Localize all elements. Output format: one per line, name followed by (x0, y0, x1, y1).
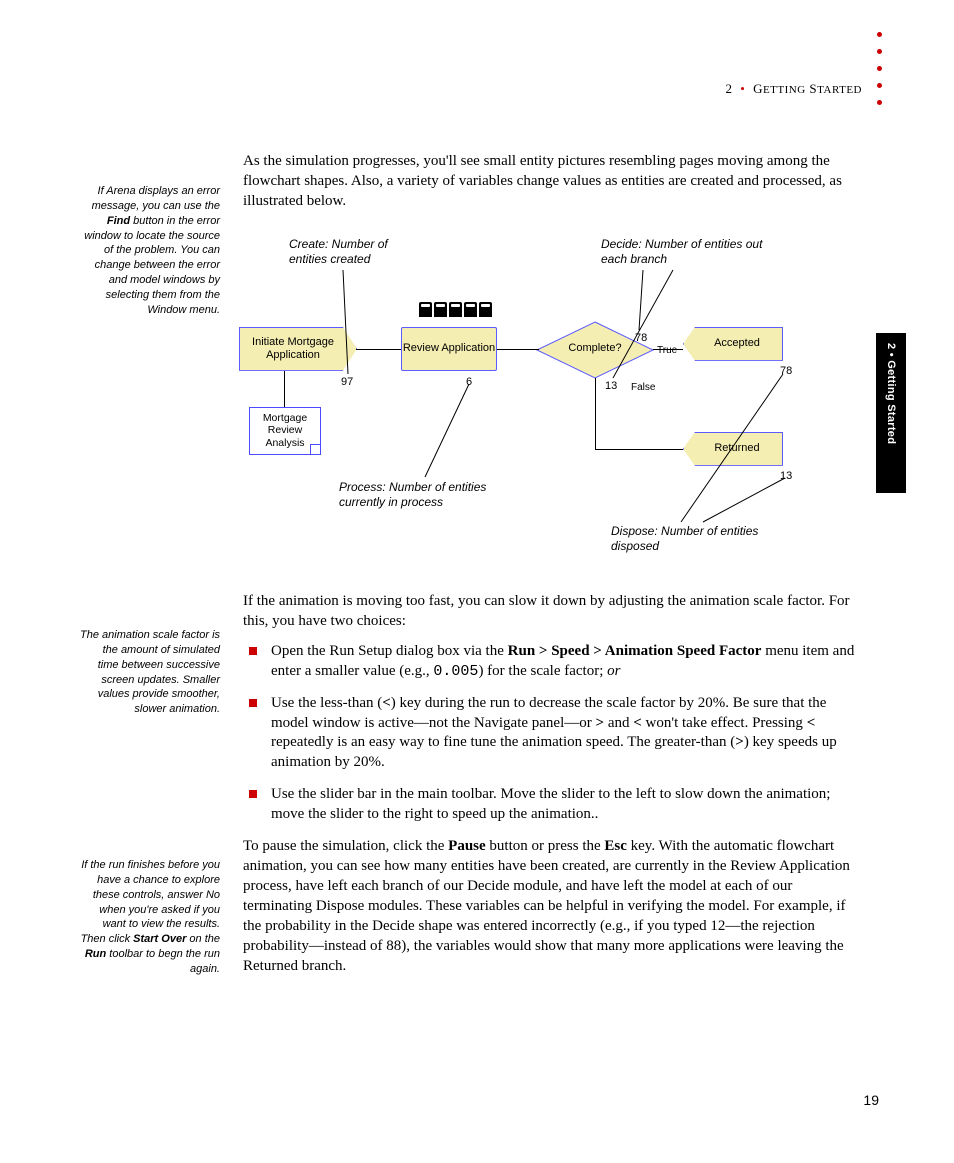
paragraph-pause: To pause the simulation, click the Pause… (243, 837, 863, 977)
entity-icons (419, 302, 492, 317)
callout-process: Process: Number of entities currently in… (339, 480, 529, 510)
list-item: Open the Run Setup dialog box via the Ru… (243, 642, 863, 682)
num-accepted: 78 (780, 365, 792, 377)
label-false: False (631, 382, 655, 393)
chapter-number: 2 (726, 81, 733, 96)
num-create: 97 (341, 376, 353, 388)
shape-accepted: Accepted (683, 327, 783, 361)
callout-dispose: Dispose: Number of entities disposed (611, 524, 771, 554)
shape-complete: Complete? (535, 320, 655, 380)
margin-note-1: If Arena displays an error message, you … (80, 184, 220, 318)
note-mortgage: Mortgage Review Analysis (249, 407, 321, 455)
num-true: 78 (635, 332, 647, 344)
page-number: 19 (863, 1092, 879, 1108)
running-header: 2 • GETTING STARTED (726, 81, 863, 97)
main-content: As the simulation progresses, you'll see… (243, 152, 863, 983)
callout-decide: Decide: Number of entities out each bran… (601, 237, 771, 267)
paragraph-scale: If the animation is moving too fast, you… (243, 592, 863, 632)
shape-review: Review Application (401, 327, 497, 371)
margin-note-3: If the run finishes before you have a ch… (80, 858, 220, 977)
shape-returned: Returned (683, 432, 783, 466)
num-process: 6 (466, 376, 472, 388)
callout-create: Create: Number of entities created (289, 237, 419, 267)
bullet-icon: • (740, 81, 745, 96)
num-false: 13 (605, 380, 617, 392)
callout-lines (243, 232, 863, 562)
header-dots (877, 32, 882, 105)
num-returned: 13 (780, 470, 792, 482)
flowchart-diagram: Create: Number of entities created Decid… (243, 232, 863, 562)
margin-note-2: The animation scale factor is the amount… (80, 628, 220, 717)
label-true: True (657, 345, 677, 356)
paragraph-intro: As the simulation progresses, you'll see… (243, 152, 863, 212)
shape-initiate: Initiate Mortgage Application (239, 327, 357, 371)
side-tab: 2 • Getting Started (876, 333, 906, 493)
list-item: Use the slider bar in the main toolbar. … (243, 785, 863, 825)
bullet-list: Open the Run Setup dialog box via the Ru… (243, 642, 863, 826)
chapter-title: GETTING STARTED (753, 81, 862, 96)
list-item: Use the less-than (<) key during the run… (243, 694, 863, 774)
